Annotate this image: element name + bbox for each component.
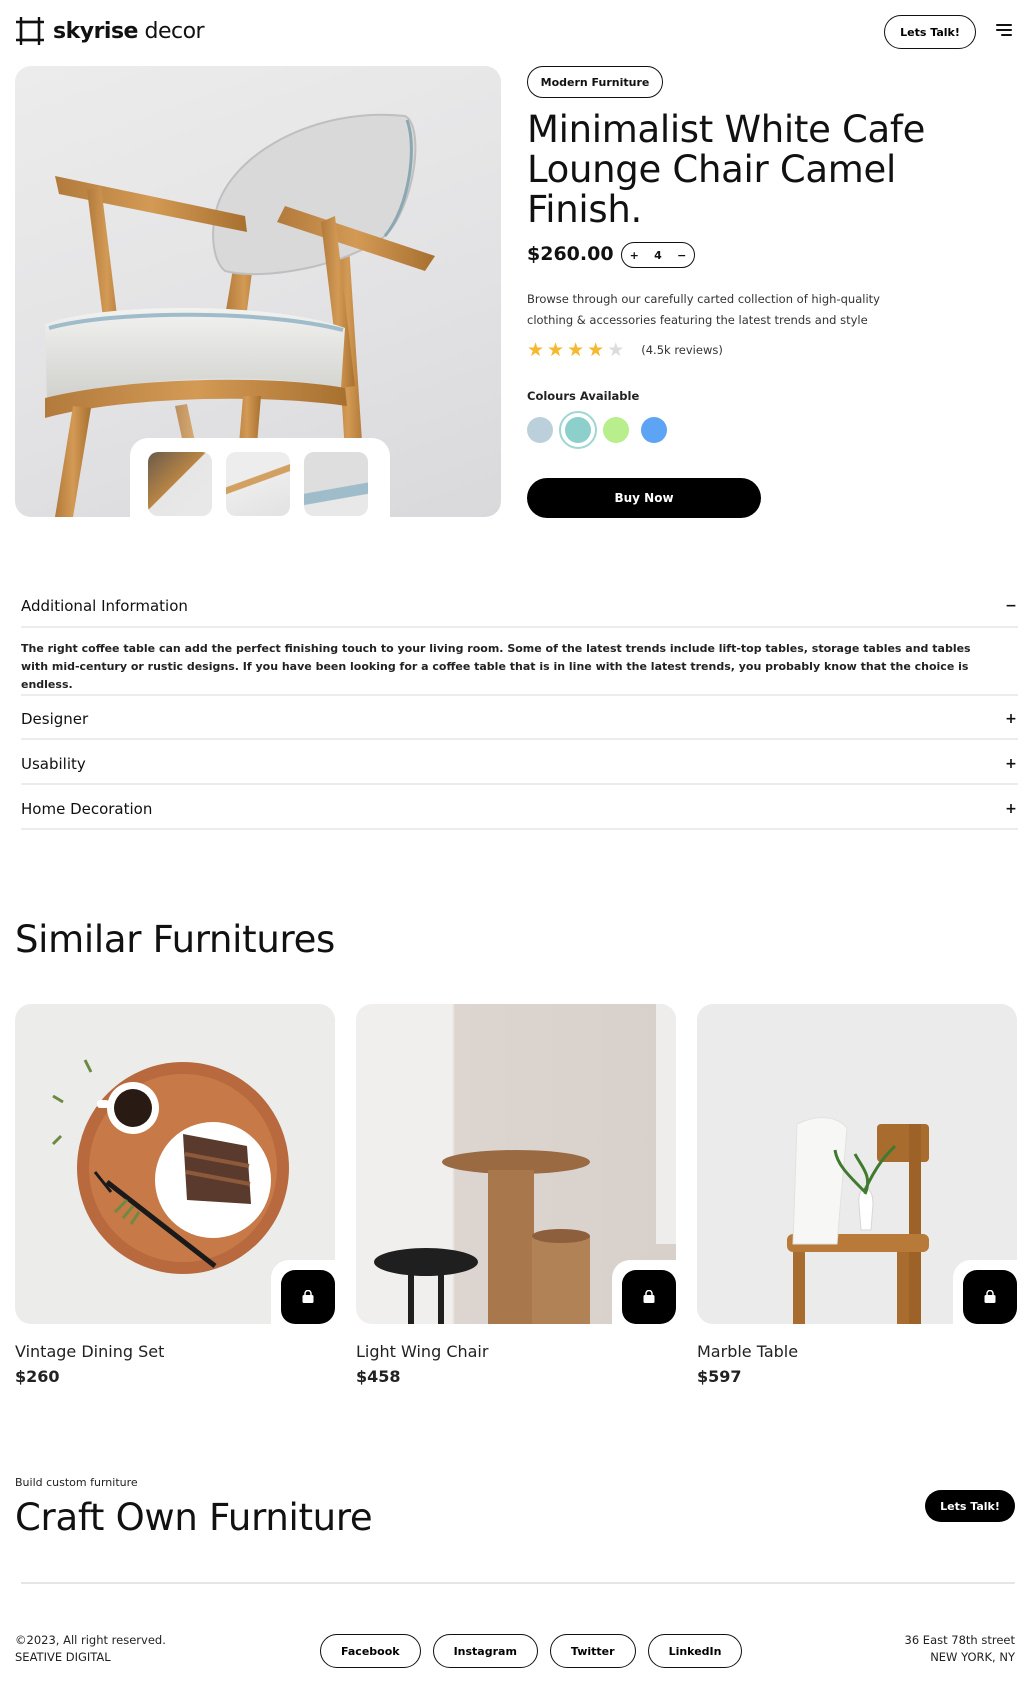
colour-swatch[interactable] <box>559 411 597 449</box>
star-icon: ★ <box>587 339 605 361</box>
star-icon: ★ <box>607 339 625 361</box>
divider <box>21 828 1018 830</box>
address-street: 36 East 78th street <box>904 1633 1015 1647</box>
expand-icon[interactable]: + <box>1004 711 1018 727</box>
hamburger-menu-icon[interactable] <box>996 24 1012 38</box>
accordion-title: Designer <box>21 710 89 728</box>
divider <box>21 694 1018 696</box>
colour-swatch[interactable] <box>603 417 629 443</box>
divider <box>21 738 1018 740</box>
site-header: skyrise decor Lets Talk! <box>0 0 1030 64</box>
product-card-name[interactable]: Light Wing Chair <box>356 1342 676 1361</box>
product-card-name[interactable]: Vintage Dining Set <box>15 1342 335 1361</box>
product-title: Minimalist White Cafe Lounge Chair Camel… <box>527 108 926 231</box>
thumbnail-1[interactable] <box>148 452 212 516</box>
instagram-link[interactable]: Instagram <box>432 1634 538 1668</box>
product-card-price: $260 <box>15 1367 60 1386</box>
lets-talk-craft-button[interactable]: Lets Talk! <box>925 1490 1015 1522</box>
add-to-cart-button[interactable] <box>622 1270 676 1324</box>
product-price: $260.00 <box>527 243 614 265</box>
collapse-icon[interactable]: − <box>1004 598 1018 614</box>
copyright: ©2023, All right reserved. SEATIVE DIGIT… <box>15 1632 166 1666</box>
lets-talk-header-button[interactable]: Lets Talk! <box>884 15 976 49</box>
review-count[interactable]: (4.5k reviews) <box>641 343 723 357</box>
product-card-price: $597 <box>697 1367 742 1386</box>
colour-swatches <box>527 411 667 449</box>
thumbnail-3[interactable] <box>304 452 368 516</box>
thumbnail-strip <box>130 438 390 517</box>
address: 36 East 78th street NEW YORK, NY <box>905 1632 1015 1666</box>
category-tag: Modern Furniture <box>527 66 663 98</box>
company-name: SEATIVE DIGITAL <box>15 1650 111 1664</box>
colour-swatch[interactable] <box>641 417 667 443</box>
divider <box>21 626 1018 628</box>
buy-now-button[interactable]: Buy Now <box>527 478 761 518</box>
product-card-image <box>15 1004 335 1324</box>
twitter-link[interactable]: Twitter <box>549 1634 636 1668</box>
copyright-line: ©2023, All right reserved. <box>15 1633 166 1647</box>
accordion-additional-information[interactable]: Additional Information − <box>21 597 1018 615</box>
product-card[interactable]: Vintage Dining Set $260 <box>15 1004 335 1386</box>
shopping-bag-icon <box>302 1290 314 1303</box>
accordion-body: The right coffee table can add the perfe… <box>21 642 971 691</box>
quantity-increase-button[interactable]: + <box>630 249 639 262</box>
star-icon: ★ <box>567 339 585 361</box>
accordion-title: Home Decoration <box>21 800 153 818</box>
colours-label: Colours Available <box>527 389 640 403</box>
product-card-image <box>697 1004 1017 1324</box>
social-links: Facebook Instagram Twitter LinkedIn <box>320 1634 743 1668</box>
thumbnail-2[interactable] <box>226 452 290 516</box>
expand-icon[interactable]: + <box>1004 756 1018 772</box>
product-card[interactable]: Light Wing Chair $458 <box>356 1004 676 1386</box>
footer-divider <box>21 1582 1015 1584</box>
star-icon: ★ <box>527 339 545 361</box>
product-description: Browse through our carefully carted coll… <box>527 292 880 327</box>
shopping-bag-icon <box>984 1290 996 1303</box>
product-card-image <box>356 1004 676 1324</box>
colour-swatch[interactable] <box>527 417 553 443</box>
craft-title: Craft Own Furniture <box>15 1496 373 1539</box>
linkedin-link[interactable]: LinkedIn <box>647 1634 743 1668</box>
similar-section-title: Similar Furnitures <box>15 918 336 961</box>
add-to-cart-button[interactable] <box>963 1270 1017 1324</box>
logo-text: skyrise decor <box>53 18 205 44</box>
quantity-stepper: + 4 − <box>621 242 695 268</box>
accordion-usability[interactable]: Usability + <box>21 755 1018 773</box>
rating: ★ ★ ★ ★ ★ (4.5k reviews) <box>527 340 723 360</box>
product-card-name[interactable]: Marble Table <box>697 1342 1017 1361</box>
product-main-image <box>15 66 501 517</box>
expand-icon[interactable]: + <box>1004 801 1018 817</box>
craft-subtitle: Build custom furniture <box>15 1476 138 1489</box>
divider <box>21 783 1018 785</box>
logo[interactable]: skyrise decor <box>15 16 205 46</box>
shopping-bag-icon <box>643 1290 655 1303</box>
quantity-value: 4 <box>654 248 662 262</box>
product-card-price: $458 <box>356 1367 401 1386</box>
quantity-decrease-button[interactable]: − <box>677 249 686 262</box>
accordion-home-decoration[interactable]: Home Decoration + <box>21 800 1018 818</box>
address-city: NEW YORK, NY <box>930 1650 1015 1664</box>
product-card[interactable]: Marble Table $597 <box>697 1004 1017 1386</box>
accordion-designer[interactable]: Designer + <box>21 710 1018 728</box>
accordion-title: Additional Information <box>21 597 188 615</box>
facebook-link[interactable]: Facebook <box>320 1634 421 1668</box>
star-icon: ★ <box>547 339 565 361</box>
accordion-title: Usability <box>21 755 86 773</box>
add-to-cart-button[interactable] <box>281 1270 335 1324</box>
logo-frame-icon <box>16 17 44 45</box>
